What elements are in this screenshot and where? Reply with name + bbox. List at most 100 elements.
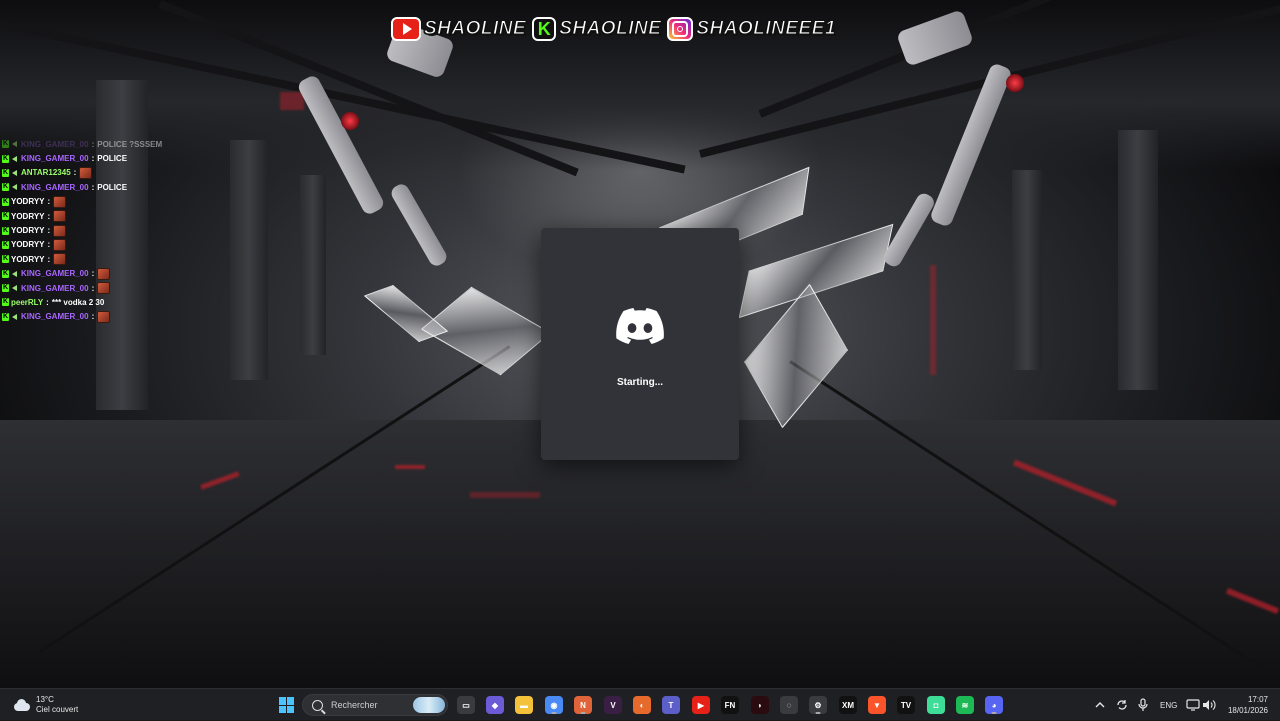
chat-separator: : — [91, 269, 95, 279]
taskbar-app-chrome[interactable]: ◉ — [543, 694, 565, 716]
chat-message: K ANTAR12345: — [2, 166, 202, 180]
tray-display-button[interactable] — [1186, 689, 1200, 721]
chat-separator: : — [91, 182, 95, 192]
youtube-icon — [391, 17, 421, 41]
chat-message: K YODRYY: — [2, 223, 202, 237]
wallpaper-pillar — [300, 175, 326, 355]
chat-emote-icon — [97, 267, 111, 280]
chat-message: K YODRYY: — [2, 238, 202, 252]
chat-message: K YODRYY: — [2, 195, 202, 209]
clock-time: 17:07 — [1247, 695, 1268, 704]
kick-badge-icon: K — [2, 284, 9, 293]
taskbar-app-red-app[interactable]: ◗ — [749, 694, 771, 716]
chat-emote-icon — [53, 210, 67, 223]
kick-badge-icon: K — [2, 255, 9, 264]
taskbar-app-task-view[interactable]: ▭ — [455, 694, 477, 716]
taskbar-app-vegas[interactable]: V — [602, 694, 624, 716]
taskbar-app-android-app[interactable]: ◘ — [925, 694, 947, 716]
chat-username: YODRYY — [11, 226, 45, 236]
chat-badge-icon — [11, 155, 18, 162]
taskbar-app-teams[interactable]: T — [660, 694, 682, 716]
search-highlight-icon — [413, 697, 445, 713]
kick-badge-icon: K — [2, 298, 9, 307]
social-youtube: SHAOLINE — [391, 17, 526, 41]
taskbar-app-fn[interactable]: FN — [719, 694, 741, 716]
chat-username: KING_GAMER_00 — [21, 269, 89, 279]
weather-widget[interactable]: 13°C Ciel couvert — [12, 693, 78, 717]
kick-icon: K — [532, 17, 557, 41]
chat-separator: : — [91, 154, 95, 164]
folder-icon: ▬ — [515, 696, 533, 714]
taskbar-app-copilot[interactable]: ◆ — [484, 694, 506, 716]
chat-message: K KING_GAMER_00: POLICE — [2, 180, 202, 194]
taskbar-app-discord[interactable]: ◕ — [983, 694, 1005, 716]
taskbar-app-steam[interactable]: ⚙ — [807, 694, 829, 716]
chat-emote-icon — [53, 195, 67, 208]
start-button[interactable] — [276, 694, 298, 716]
kick-badge-icon: K — [2, 312, 9, 321]
wallpaper-crystal — [363, 285, 449, 342]
wallpaper-pillar — [1118, 130, 1158, 390]
chat-emote-icon — [97, 282, 111, 295]
spotify-icon: ≋ — [956, 696, 974, 714]
kick-badge-icon: K — [2, 269, 9, 278]
stream-socials-banner: SHAOLINE K SHAOLINE SHAOLINEEE1 — [391, 14, 836, 44]
taskbar-app-streamlabs[interactable]: N — [572, 694, 594, 716]
wallpaper-robot-eye — [1006, 74, 1024, 92]
chat-username: KING_GAMER_00 — [21, 182, 89, 192]
taskbar-app-tradingview[interactable]: TV — [895, 694, 917, 716]
kick-badge-icon: K — [2, 212, 9, 221]
wallpaper-robot-arm — [388, 181, 450, 269]
tray-sync-button[interactable] — [1115, 689, 1129, 721]
chat-text: POLICE — [97, 182, 128, 192]
chat-badge-icon — [11, 184, 18, 191]
stream-chat-overlay: K KING_GAMER_00: POLICE ?SSSEM K KING_GAMER_… — [2, 137, 202, 324]
chat-message: K YODRYY: — [2, 209, 202, 223]
wallpaper-pillar — [230, 140, 268, 380]
taskbar-app-brave[interactable]: ▼ — [866, 694, 888, 716]
chat-emote-icon — [53, 253, 67, 266]
chat-username: YODRYY — [11, 197, 45, 207]
taskbar-app-app-outline[interactable]: ◌ — [778, 694, 800, 716]
chevron-up-icon — [1095, 702, 1105, 708]
tray-volume-button[interactable] — [1202, 689, 1216, 721]
android-icon: ◘ — [927, 696, 945, 714]
taskbar-search[interactable]: Rechercher — [302, 694, 448, 716]
kick-badge-icon: K — [2, 168, 9, 177]
display-icon — [1186, 699, 1200, 711]
social-kick: K SHAOLINE — [532, 17, 661, 41]
chat-emote-icon — [97, 310, 111, 323]
chat-message: K KING_GAMER_00: POLICE — [2, 151, 202, 165]
weather-temperature: 13°C — [36, 695, 54, 704]
chat-message: K KING_GAMER_00: — [2, 281, 202, 295]
taskbar-app-youtube[interactable]: ▶ — [690, 694, 712, 716]
running-indicator — [991, 712, 997, 714]
taskbar-app-firefox[interactable]: ◐ — [631, 694, 653, 716]
xm-icon: XM — [839, 696, 857, 714]
chat-badge-icon — [11, 270, 18, 277]
taskbar-app-xm[interactable]: XM — [837, 694, 859, 716]
wallpaper-robot-eye — [341, 112, 359, 130]
chat-username: KING_GAMER_00 — [21, 312, 89, 322]
kick-handle: SHAOLINE — [559, 18, 662, 40]
task-view-icon: ▭ — [457, 696, 475, 714]
chat-separator: : — [91, 312, 95, 322]
taskbar-clock[interactable]: 17:07 18/01/2026 — [1228, 694, 1268, 716]
chat-separator: : — [73, 168, 77, 178]
chat-message: K KING_GAMER_00: — [2, 267, 202, 281]
chat-badge-icon — [11, 141, 18, 148]
weather-description: Ciel couvert — [36, 705, 79, 714]
taskbar-app-file-explorer[interactable]: ▬ — [513, 694, 535, 716]
tray-overflow-button[interactable] — [1094, 689, 1106, 721]
red-bull-icon: ◗ — [751, 696, 769, 714]
tray-mic-button[interactable] — [1137, 689, 1149, 721]
chat-badge-icon — [11, 169, 18, 176]
sync-icon — [1117, 700, 1127, 710]
taskbar-app-spotify[interactable]: ≋ — [954, 694, 976, 716]
cloud-icon — [12, 699, 30, 711]
search-icon — [312, 699, 323, 711]
windows-taskbar: 13°C Ciel couvert Rechercher ▭ ◆ ▬ ◉ N V ◐ T ▶ FN… — [0, 688, 1280, 720]
tray-language-button[interactable]: ENG — [1160, 689, 1177, 721]
chat-emote-icon — [53, 238, 67, 251]
kick-badge-icon: K — [2, 240, 9, 249]
